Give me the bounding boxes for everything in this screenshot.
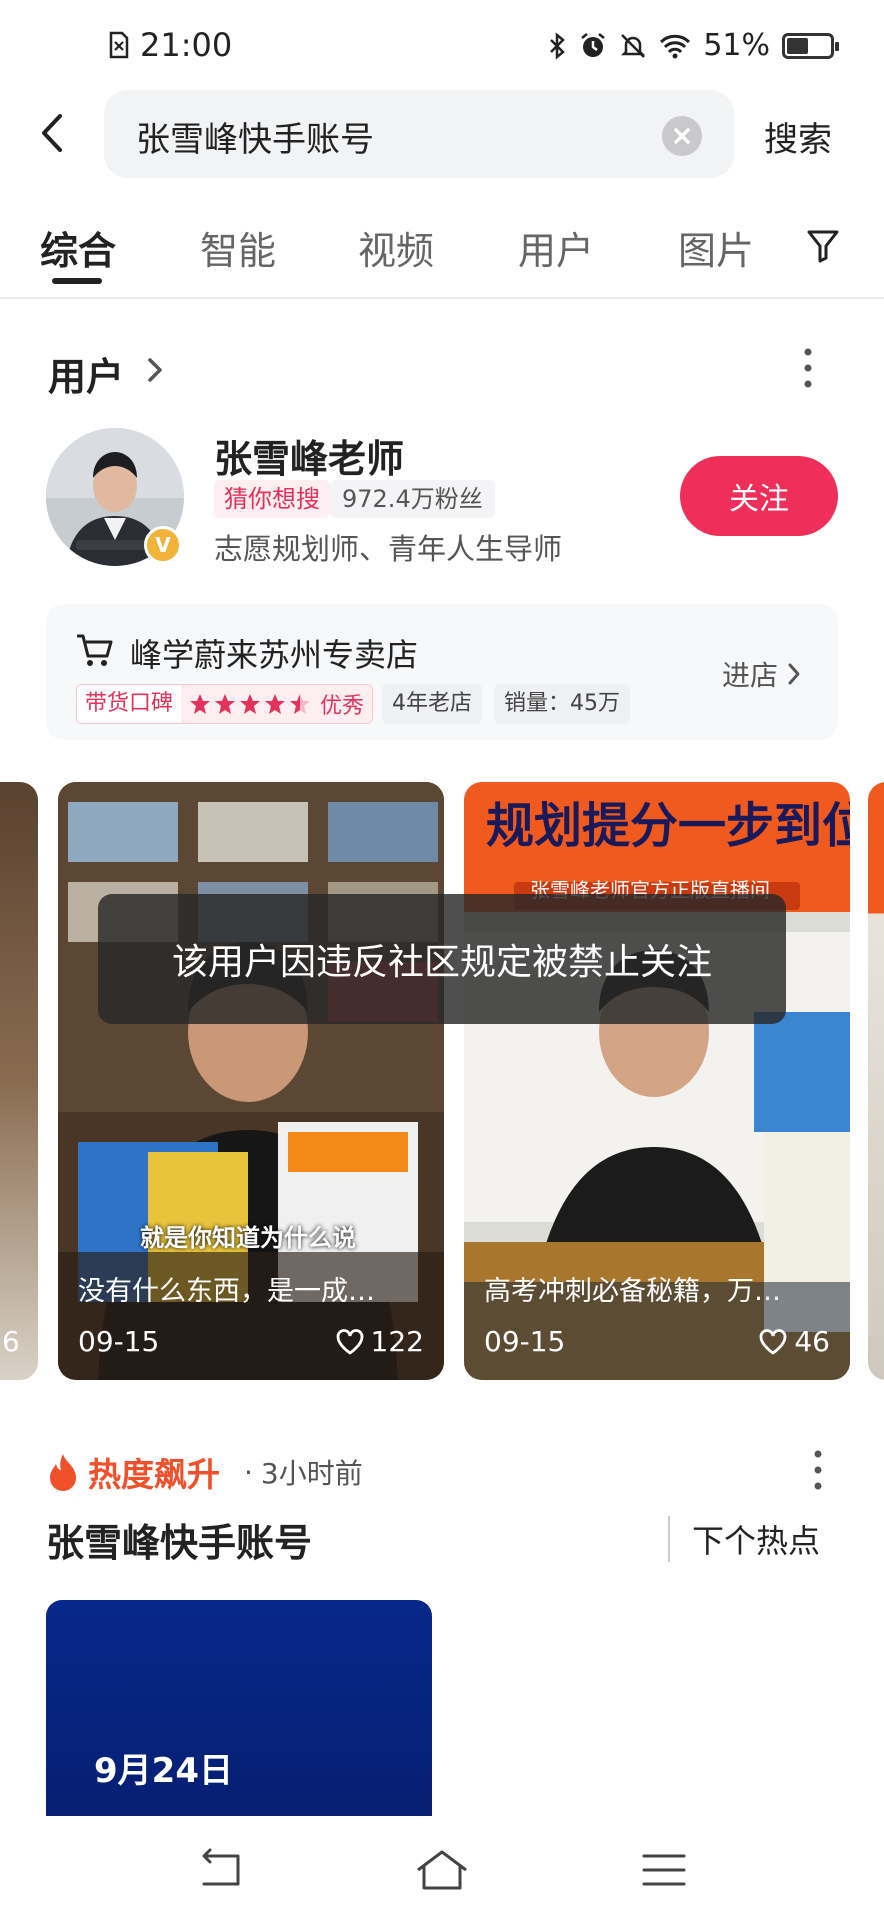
video-date: 09-15 <box>78 1325 160 1358</box>
video-subtitle: 就是你知道为什么说 <box>140 1224 356 1252</box>
menu-nav-icon[interactable] <box>634 1846 694 1894</box>
rating-label: 带货口碑 <box>77 685 182 723</box>
rating-stars: 优秀 <box>181 685 373 723</box>
fire-icon <box>50 1454 76 1491</box>
trending-separator: · <box>244 1455 253 1489</box>
follow-button[interactable]: 关注 <box>680 456 838 536</box>
store-card[interactable]: 峰学蔚来苏州专卖店 进店 带货口碑 优秀 4年老店 销量：45万 <box>46 604 838 740</box>
video-caption: 高考冲刺必备秘籍，万… <box>484 1276 781 1307</box>
video-card-partial-right[interactable] <box>868 782 884 1380</box>
user-name[interactable]: 张雪峰老师 <box>214 428 404 483</box>
video-caption: 没有什么东西，是一成… <box>78 1276 375 1307</box>
system-nav-bar <box>0 1816 884 1920</box>
followers-count: 972.4万粉丝 <box>330 480 495 518</box>
status-icons: 51% <box>547 28 839 63</box>
rating-text: 优秀 <box>320 694 365 719</box>
video-likes: 122 <box>335 1325 424 1358</box>
store-rating: 带货口碑 优秀 <box>76 684 374 724</box>
bluetooth-icon <box>550 31 566 60</box>
home-nav-icon[interactable] <box>412 1846 472 1894</box>
star-icon <box>240 694 261 714</box>
cart-icon <box>77 634 113 666</box>
more-options-icon[interactable] <box>798 346 818 390</box>
clear-icon[interactable] <box>662 116 702 156</box>
like-count: 122 <box>370 1325 424 1358</box>
time-text: 21:00 <box>140 26 233 64</box>
star-icon <box>190 694 211 714</box>
sim-icon <box>109 31 129 59</box>
like-count: 46 <box>794 1325 830 1358</box>
trending-header[interactable]: 热度飙升 · 3小时前 <box>46 1448 363 1496</box>
chevron-right-icon[interactable] <box>140 350 170 390</box>
video-banner-title: 规划提分一步到位 <box>486 798 850 854</box>
star-icon <box>215 694 236 714</box>
heart-icon <box>336 1328 363 1355</box>
divider <box>0 297 884 299</box>
video-likes: 46 <box>758 1325 830 1358</box>
next-hot-button[interactable]: 下个热点 <box>668 1516 820 1562</box>
filter-tabs: 综合 智能 视频 用户 图片 <box>0 210 884 298</box>
enter-store-label: 进店 <box>721 659 778 692</box>
search-input[interactable]: 张雪峰快手账号 <box>104 90 734 178</box>
active-tab-indicator <box>52 278 102 284</box>
back-button[interactable] <box>30 108 80 158</box>
enter-store-link[interactable]: 进店 <box>722 654 802 694</box>
tab-video[interactable]: 视频 <box>358 220 434 275</box>
store-age-badge: 4年老店 <box>382 684 482 724</box>
mute-bell-icon <box>621 33 646 58</box>
store-name: 峰学蔚来苏州专卖店 <box>130 636 419 674</box>
filter-icon[interactable] <box>806 228 840 264</box>
search-button[interactable]: 搜索 <box>764 112 832 161</box>
tab-smart[interactable]: 智能 <box>200 220 276 275</box>
search-query: 张雪峰快手账号 <box>136 120 374 160</box>
news-thumbnail[interactable]: 9月24日 <box>46 1600 432 1816</box>
users-section-title[interactable]: 用户 <box>48 346 124 401</box>
user-description: 志愿规划师、青年人生导师 <box>214 532 563 566</box>
follow-banned-notice: 该用户因违反社区规定被禁止关注 <box>98 894 786 1024</box>
more-options-icon[interactable] <box>808 1448 828 1492</box>
video-card[interactable]: 规划提分一步到位 张雪峰老师官方正版直播间 高考冲刺必备秘籍，万… 09-15 … <box>464 782 850 1380</box>
trending-query[interactable]: 张雪峰快手账号 <box>46 1512 312 1567</box>
tab-all[interactable]: 综合 <box>40 220 116 275</box>
star-icon <box>265 694 286 714</box>
battery-icon <box>782 32 839 59</box>
half-star-icon <box>290 694 311 714</box>
tab-images[interactable]: 图片 <box>678 220 754 275</box>
video-date-fragment: 6 <box>2 1325 20 1358</box>
guess-tag: 猜你想搜 <box>214 480 330 518</box>
video-card-partial-left[interactable]: 6 <box>0 782 38 1380</box>
tab-users[interactable]: 用户 <box>518 220 594 275</box>
status-time: 21:00 <box>108 26 232 64</box>
news-date: 9月24日 <box>94 1751 233 1791</box>
video-date: 09-15 <box>484 1325 566 1358</box>
alarm-icon <box>581 32 606 57</box>
sales-badge: 销量：45万 <box>494 684 630 724</box>
video-card[interactable]: 就是你知道为什么说 没有什么东西，是一成… 09-15 122 <box>58 782 444 1380</box>
trending-label: 热度飙升 <box>88 1455 220 1494</box>
verified-badge: V <box>144 526 182 564</box>
back-nav-icon[interactable] <box>192 1846 252 1894</box>
heart-icon <box>759 1328 787 1355</box>
battery-percent: 51% <box>703 28 770 63</box>
wifi-icon <box>660 34 691 58</box>
chevron-right-icon <box>788 663 800 685</box>
trending-time: 3小时前 <box>260 1457 363 1490</box>
